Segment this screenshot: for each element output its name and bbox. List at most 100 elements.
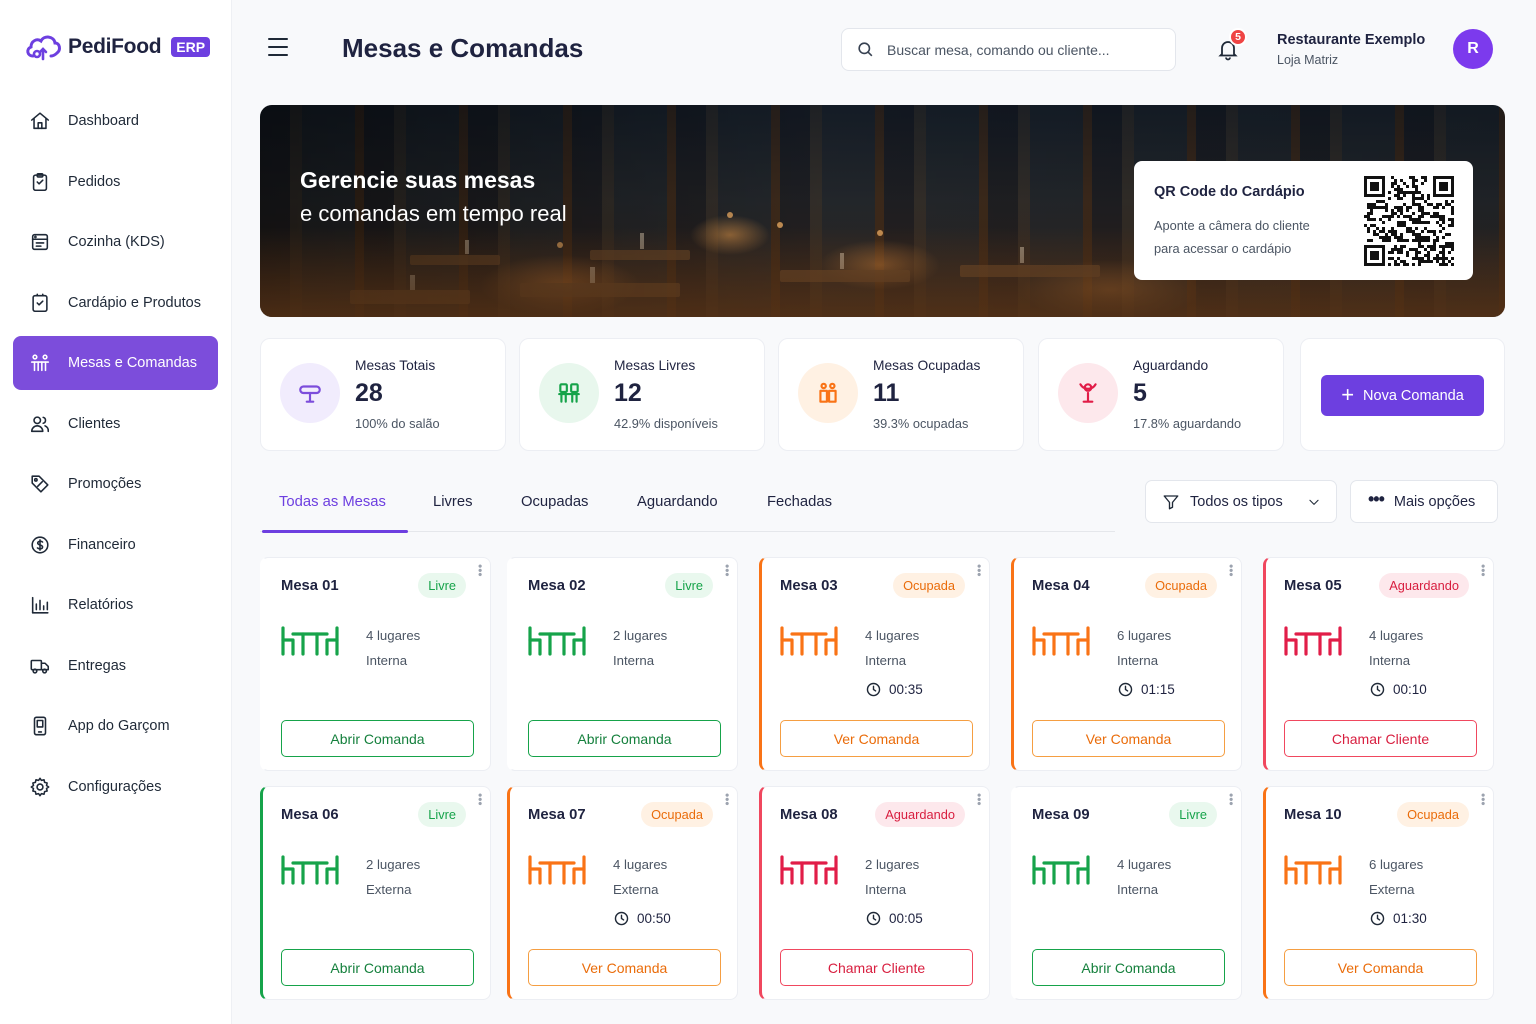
store-name: Loja Matriz [1277, 53, 1339, 67]
phone-icon [33, 716, 47, 736]
table-card-mesa-04[interactable]: Mesa 04 Ocupada ••• 6 lugares Interna 01:15 Ve… [1011, 557, 1242, 771]
sidebar-item-dashboard[interactable]: Dashboard [13, 94, 218, 148]
notifications-button[interactable]: 5 [1216, 28, 1247, 63]
table-card-mesa-05[interactable]: Mesa 05 Aguardando ••• 4 lugares Interna 00:1… [1263, 557, 1494, 771]
kebab-menu-icon[interactable]: ••• [1476, 793, 1490, 806]
tab-todas-as-mesas[interactable]: Todas as Mesas [279, 494, 386, 510]
plus-icon: + [1341, 381, 1355, 407]
table-name: Mesa 02 [528, 578, 586, 594]
type-filter-dropdown[interactable]: Todos os tipos [1145, 480, 1337, 523]
table-card-mesa-09[interactable]: Mesa 09 Livre ••• 4 lugares Interna Abrir Com… [1011, 786, 1242, 1000]
kebab-menu-icon[interactable]: ••• [473, 564, 487, 577]
ver-comanda-button[interactable]: Ver Comanda [1284, 949, 1477, 986]
table-card-mesa-10[interactable]: Mesa 10 Ocupada ••• 6 lugares Externa 01:30 Ve… [1263, 786, 1494, 1000]
tab-aguardando[interactable]: Aguardando [637, 494, 718, 510]
dining-table-icon [780, 853, 838, 885]
search-input[interactable] [887, 41, 1157, 58]
seats-count: 6 lugares [1117, 628, 1172, 643]
abrir-comanda-button[interactable]: Abrir Comanda [281, 720, 474, 757]
ver-comanda-button[interactable]: Ver Comanda [1032, 720, 1225, 757]
table-zone: Interna [613, 653, 655, 668]
notification-count-badge: 5 [1229, 28, 1247, 46]
kebab-menu-icon[interactable]: ••• [972, 564, 986, 577]
ver-comanda-button[interactable]: Ver Comanda [528, 949, 721, 986]
sidebar-item-financeiro[interactable]: Financeiro [13, 518, 218, 572]
sidebar-item-cozinha-kds[interactable]: Cozinha (KDS) [13, 215, 218, 269]
sidebar-item-configuracoes[interactable]: Configurações [13, 760, 218, 814]
truck-icon [30, 659, 50, 674]
table-card-mesa-03[interactable]: Mesa 03 Ocupada ••• 4 lugares Interna 00:35 Ve… [759, 557, 990, 771]
sidebar-item-label: Entregas [68, 657, 127, 674]
sidebar-nav: Dashboard Pedidos Cozinha (KDS) Cardápio e … [13, 94, 218, 820]
search-box[interactable] [841, 28, 1176, 71]
abrir-comanda-button[interactable]: Abrir Comanda [1032, 949, 1225, 986]
table-card-mesa-02[interactable]: Mesa 02 Livre ••• 2 lugares Interna Abrir Com… [507, 557, 738, 771]
dining-table-icon [528, 624, 586, 656]
kebab-menu-icon[interactable]: ••• [1224, 564, 1238, 577]
kebab-menu-icon[interactable]: ••• [972, 793, 986, 806]
elapsed-timer: 00:10 [1369, 681, 1427, 698]
kebab-menu-icon[interactable]: ••• [720, 564, 734, 577]
stat-label: Mesas Totais [355, 358, 436, 373]
new-order-button[interactable]: + Nova Comanda [1321, 375, 1484, 416]
seats-count: 6 lugares [1369, 857, 1424, 872]
more-options-button[interactable]: ••• Mais opções [1350, 480, 1498, 523]
sidebar-item-entregas[interactable]: Entregas [13, 639, 218, 693]
sidebar-item-mesas-e-comandas[interactable]: Mesas e Comandas [13, 336, 218, 390]
sidebar-item-label: Financeiro [68, 536, 136, 553]
sidebar-item-app-do-garcom[interactable]: App do Garçom [13, 699, 218, 753]
dining-table-icon [1032, 624, 1090, 656]
seats-count: 2 lugares [366, 857, 421, 872]
kebab-menu-icon[interactable]: ••• [473, 793, 487, 806]
ver-comanda-button[interactable]: Ver Comanda [780, 720, 973, 757]
sidebar-item-label: Cozinha (KDS) [68, 234, 165, 250]
table-card-mesa-06[interactable]: Mesa 06 Livre ••• 2 lugares Externa Abrir Com… [260, 786, 491, 1000]
qr-code-card[interactable]: QR Code do Cardápio Aponte a câmera do c… [1134, 161, 1473, 280]
dining-table-icon [281, 624, 339, 656]
abrir-comanda-button[interactable]: Abrir Comanda [281, 949, 474, 986]
table-icon [299, 385, 321, 403]
logo[interactable]: PediFood ERP [24, 32, 211, 62]
page-title: Mesas e Comandas [342, 33, 584, 63]
table-card-mesa-08[interactable]: Mesa 08 Aguardando ••• 2 lugares Interna 00:0… [759, 786, 990, 1000]
kebab-menu-icon[interactable]: ••• [1476, 564, 1490, 577]
abrir-comanda-button[interactable]: Abrir Comanda [528, 720, 721, 757]
sidebar-item-cardapio-e-produtos[interactable]: Cardápio e Produtos [13, 276, 218, 330]
avatar[interactable]: R [1453, 29, 1493, 69]
tab-livres[interactable]: Livres [433, 494, 472, 510]
table-card-mesa-01[interactable]: Mesa 01 Livre ••• 4 lugares Interna Abrir Com… [260, 557, 491, 771]
search-icon [858, 42, 873, 57]
dining-table-icon [1284, 853, 1342, 885]
sidebar-item-label: Pedidos [68, 173, 121, 190]
header: Mesas e Comandas 5 Restaurante Exemplo L… [232, 0, 1536, 98]
table-name: Mesa 07 [528, 807, 586, 823]
chamar-cliente-button[interactable]: Chamar Cliente [780, 949, 973, 986]
stat-icon-circle [280, 363, 340, 423]
gear-icon [30, 777, 50, 796]
sidebar-item-pedidos[interactable]: Pedidos [13, 155, 218, 209]
sidebar-item-relatorios[interactable]: Relatórios [13, 578, 218, 632]
dollar-icon [31, 535, 49, 554]
tab-ocupadas[interactable]: Ocupadas [521, 494, 588, 510]
stat-value: 11 [873, 379, 900, 407]
sidebar-item-promocoes[interactable]: Promoções [13, 457, 218, 511]
table-zone: Interna [1369, 653, 1411, 668]
tables-icon [30, 354, 50, 372]
sidebar-item-clientes[interactable]: Clientes [13, 397, 218, 451]
sidebar-item-label: Dashboard [68, 113, 139, 129]
chamar-cliente-button[interactable]: Chamar Cliente [1284, 720, 1477, 757]
stat-label: Aguardando [1133, 358, 1209, 373]
table-name: Mesa 09 [1032, 807, 1090, 823]
status-tabs: Todas as Mesas Livres Ocupadas Aguardando Fe… [260, 474, 1115, 533]
users-icon [30, 415, 50, 432]
hamburger-menu-icon[interactable] [268, 38, 288, 56]
seats-count: 2 lugares [613, 628, 668, 643]
kebab-menu-icon[interactable]: ••• [720, 793, 734, 806]
table-card-mesa-07[interactable]: Mesa 07 Ocupada ••• 4 lugares Externa 00:50 Ve… [507, 786, 738, 1000]
elapsed-timer: 00:35 [865, 681, 923, 698]
tab-fechadas[interactable]: Fechadas [767, 494, 832, 510]
stat-card-mesas-livres: Mesas Livres 12 42.9% disponíveis [519, 338, 765, 451]
bar-chart-icon [31, 596, 49, 614]
kebab-menu-icon[interactable]: ••• [1224, 793, 1238, 806]
dining-table-icon [1032, 853, 1090, 885]
